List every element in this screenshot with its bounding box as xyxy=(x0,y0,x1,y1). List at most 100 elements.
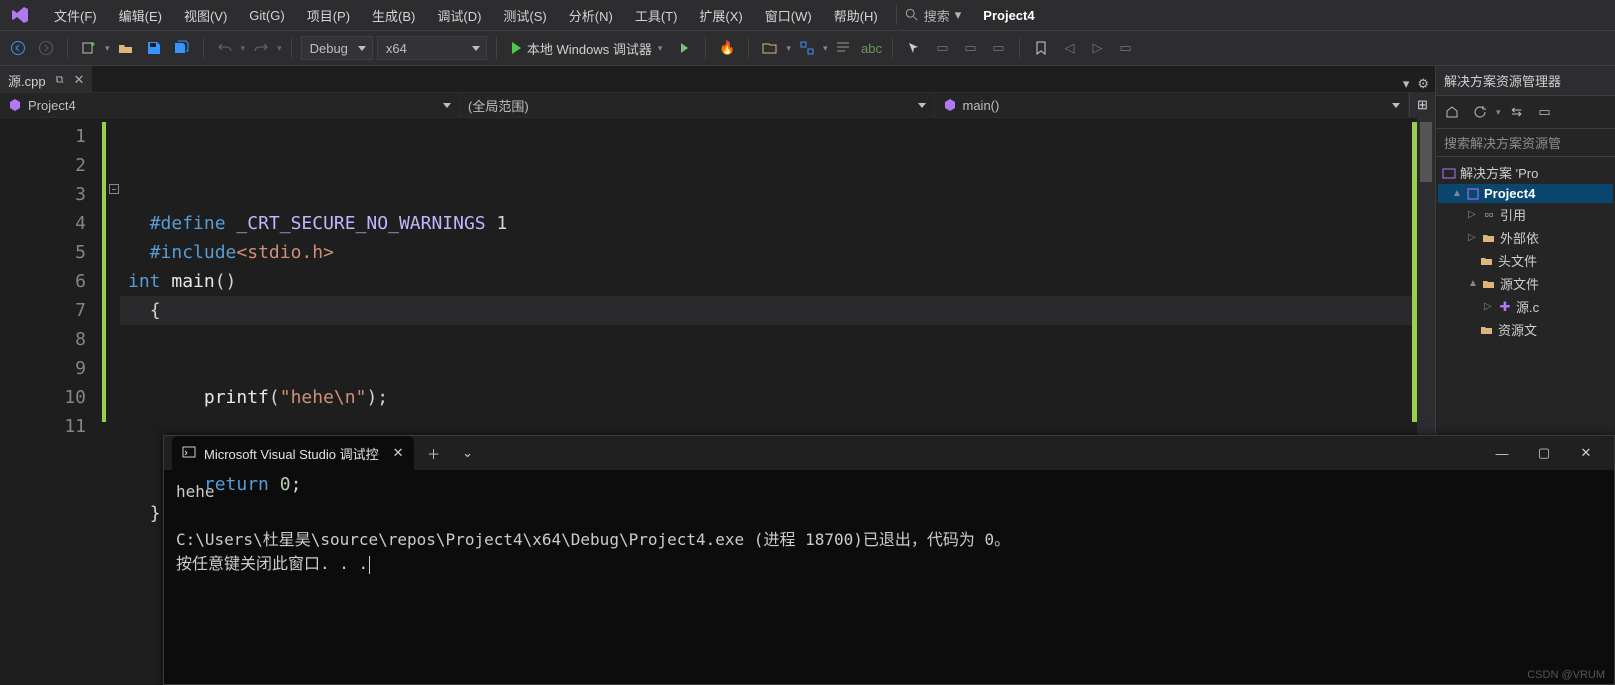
nav-member-dropdown[interactable]: main() xyxy=(935,93,1410,117)
chevron-down-icon[interactable]: ▾ xyxy=(823,43,828,54)
menu-bar: 文件(F) 编辑(E) 视图(V) Git(G) 项目(P) 生成(B) 调试(… xyxy=(0,0,1615,30)
minimize-button[interactable]: — xyxy=(1482,439,1522,467)
separator xyxy=(203,37,204,59)
sol-home-button[interactable] xyxy=(1440,100,1464,124)
bookmark-clear-button[interactable]: ▭ xyxy=(1113,36,1137,60)
watermark: CSDN @VRUM xyxy=(1527,669,1605,681)
save-all-button[interactable] xyxy=(170,36,194,60)
vs-logo-icon xyxy=(6,1,34,29)
redo-button[interactable] xyxy=(249,36,273,60)
expand-icon[interactable]: ▷ xyxy=(1468,209,1478,220)
solution-search-input[interactable]: 搜索解决方案资源管 xyxy=(1436,129,1615,157)
expand-icon[interactable]: ▷ xyxy=(1468,232,1478,243)
nav-project-dropdown[interactable]: Project4 xyxy=(0,93,460,117)
tree-solution-root[interactable]: 解决方案 'Pro xyxy=(1438,161,1613,184)
class-view-button[interactable] xyxy=(795,36,819,60)
expand-icon[interactable]: ▲ xyxy=(1468,278,1478,289)
tree-resource-files[interactable]: 资源文 xyxy=(1438,318,1613,341)
hot-reload-button[interactable]: 🔥 xyxy=(715,36,739,60)
chevron-down-icon[interactable]: ▾ xyxy=(241,43,246,54)
sol-refresh-button[interactable] xyxy=(1468,100,1492,124)
menu-project[interactable]: 项目(P) xyxy=(297,2,360,29)
tree-label: 源.c xyxy=(1516,297,1539,316)
menu-debug[interactable]: 调试(D) xyxy=(427,2,491,29)
solution-config-dropdown[interactable]: Debug xyxy=(301,36,373,60)
expand-icon[interactable]: ▲ xyxy=(1452,188,1462,199)
new-item-button[interactable] xyxy=(77,36,101,60)
project-icon xyxy=(8,98,22,112)
search-box[interactable]: 搜索 ▾ xyxy=(905,6,962,25)
solution-explorer-title: 解决方案资源管理器 xyxy=(1436,66,1615,96)
tree-external-deps[interactable]: ▷ 外部依 xyxy=(1438,226,1613,249)
bookmark-prev-button[interactable]: ◁ xyxy=(1057,36,1081,60)
menu-tools[interactable]: 工具(T) xyxy=(625,2,688,29)
tb-icon-3[interactable]: ▭ xyxy=(986,36,1010,60)
menu-analyze[interactable]: 分析(N) xyxy=(559,2,623,29)
fold-toggle[interactable] xyxy=(109,184,119,194)
tb-icon-2[interactable]: ▭ xyxy=(958,36,982,60)
tab-settings-button[interactable]: ⚙ xyxy=(1417,76,1429,92)
undo-button[interactable] xyxy=(213,36,237,60)
chevron-down-icon[interactable]: ▾ xyxy=(1496,107,1501,118)
chevron-down-icon[interactable]: ▾ xyxy=(786,43,791,54)
menu-help[interactable]: 帮助(H) xyxy=(824,2,888,29)
nav-member-label: main() xyxy=(963,98,1000,113)
tree-project[interactable]: ▲ Project4 xyxy=(1438,184,1613,203)
chevron-down-icon[interactable]: ▾ xyxy=(277,43,282,54)
close-tab-button[interactable]: ✕ xyxy=(73,72,84,88)
chevron-down-icon[interactable]: ▾ xyxy=(658,43,663,54)
method-icon xyxy=(943,98,957,112)
bookmark-next-button[interactable]: ▷ xyxy=(1085,36,1109,60)
tree-references[interactable]: ▷ ▫▫ 引用 xyxy=(1438,203,1613,226)
save-button[interactable] xyxy=(142,36,166,60)
bookmark-button[interactable] xyxy=(1029,36,1053,60)
start-debug-button[interactable]: 本地 Windows 调试器 ▾ xyxy=(506,35,669,61)
separator xyxy=(896,5,897,25)
main-toolbar: ▾ ▾ ▾ Debug x64 本地 Windows 调试器 ▾ 🔥 ▾ ▾ a… xyxy=(0,30,1615,66)
search-icon xyxy=(905,8,919,22)
menu-view[interactable]: 视图(V) xyxy=(174,2,237,29)
start-label: 本地 Windows 调试器 xyxy=(527,39,652,58)
tree-label: Project4 xyxy=(1484,186,1535,201)
sol-collapse-button[interactable]: ▭ xyxy=(1533,100,1557,124)
tb-icon-1[interactable]: ▭ xyxy=(930,36,954,60)
pin-icon[interactable]: ⧉ xyxy=(56,74,64,87)
close-button[interactable]: ✕ xyxy=(1566,439,1606,467)
uncomment-button[interactable]: abc xyxy=(859,36,883,60)
sol-sync-button[interactable]: ⇆ xyxy=(1505,100,1529,124)
maximize-button[interactable]: ▢ xyxy=(1524,439,1564,467)
file-tab-active[interactable]: 源.cpp ⧉ ✕ xyxy=(0,66,92,92)
comment-button[interactable] xyxy=(831,36,855,60)
tree-source-files[interactable]: ▲ 源文件 xyxy=(1438,272,1613,295)
start-without-debug-button[interactable] xyxy=(672,36,696,60)
solution-tree: 解决方案 'Pro ▲ Project4 ▷ ▫▫ 引用 ▷ 外部依 头文件 xyxy=(1436,157,1615,345)
project-title: Project4 xyxy=(983,8,1034,23)
menu-edit[interactable]: 编辑(E) xyxy=(109,2,172,29)
nav-scope-label: (全局范围) xyxy=(468,96,529,115)
tree-source-file[interactable]: ▷ ✚ 源.c xyxy=(1438,295,1613,318)
cursor-button[interactable] xyxy=(902,36,926,60)
solution-platform-dropdown[interactable]: x64 xyxy=(377,36,487,60)
menu-test[interactable]: 测试(S) xyxy=(493,2,556,29)
line-number-gutter: 1 2 3 4 5 6 7 8 9 10 11 xyxy=(0,118,100,685)
nav-forward-button[interactable] xyxy=(34,36,58,60)
menu-build[interactable]: 生成(B) xyxy=(362,2,425,29)
separator xyxy=(291,37,292,59)
menu-extensions[interactable]: 扩展(X) xyxy=(689,2,752,29)
expand-icon[interactable]: ▷ xyxy=(1484,301,1494,312)
find-in-files-button[interactable] xyxy=(758,36,782,60)
menu-window[interactable]: 窗口(W) xyxy=(755,2,822,29)
separator xyxy=(892,37,893,59)
chevron-down-icon[interactable]: ▾ xyxy=(105,43,110,54)
open-button[interactable] xyxy=(114,36,138,60)
tree-label: 引用 xyxy=(1500,205,1526,224)
nav-scope-dropdown[interactable]: (全局范围) xyxy=(460,93,935,117)
scroll-thumb[interactable] xyxy=(1420,122,1432,182)
tree-header-files[interactable]: 头文件 xyxy=(1438,249,1613,272)
split-button[interactable]: ⊞ xyxy=(1409,93,1435,117)
menu-git[interactable]: Git(G) xyxy=(239,4,294,27)
file-tab-label: 源.cpp xyxy=(8,71,46,90)
tab-overflow-button[interactable]: ▾ xyxy=(1403,76,1410,92)
nav-back-button[interactable] xyxy=(6,36,30,60)
menu-file[interactable]: 文件(F) xyxy=(44,2,107,29)
